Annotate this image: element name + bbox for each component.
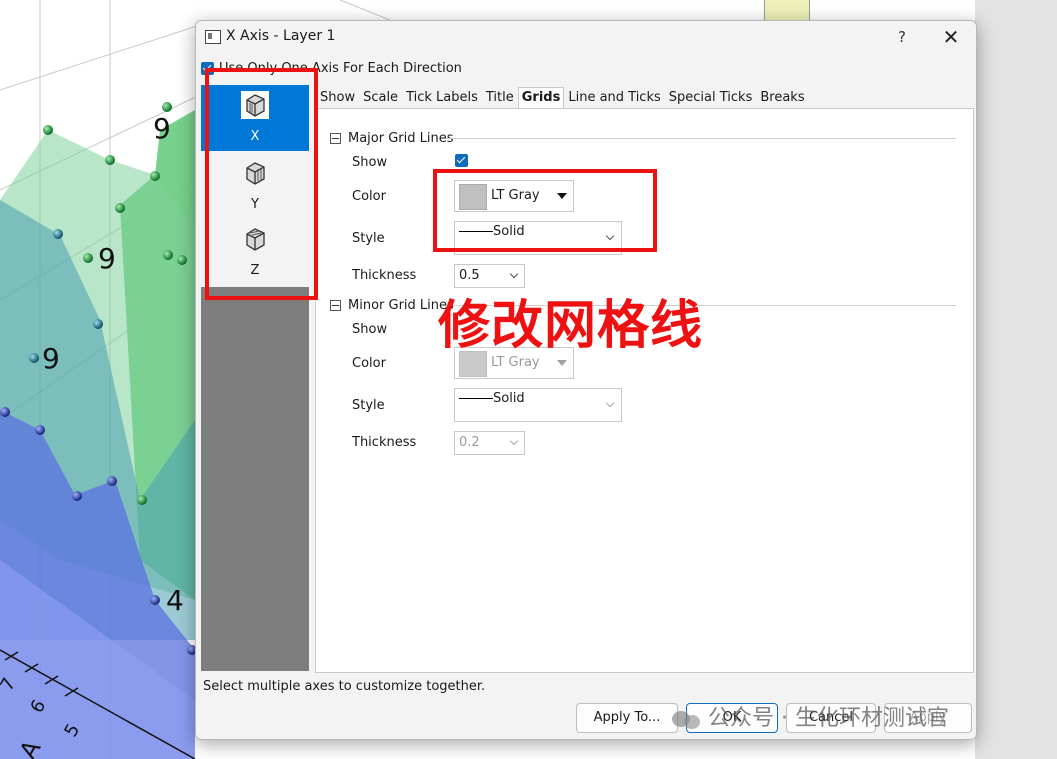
major-style-label: Style [352, 231, 385, 246]
minor-color-label: Color [352, 356, 386, 371]
major-grid-heading: Major Grid Lines [348, 131, 454, 146]
collapse-icon[interactable] [330, 300, 341, 311]
point-label: 4 [166, 584, 184, 617]
minor-thickness-label: Thickness [352, 435, 417, 450]
close-button[interactable]: ✕ [936, 25, 966, 49]
app-window-icon [205, 30, 221, 44]
help-button[interactable]: ? [891, 26, 913, 48]
annotation-caption: 修改网格线 [438, 296, 704, 356]
wechat-icon [672, 708, 702, 730]
apply-to-button[interactable]: Apply To... [576, 703, 678, 733]
tab-tick-labels[interactable]: Tick Labels [402, 87, 482, 109]
annotation-box-major-grid [433, 169, 657, 252]
chevron-down-icon [509, 269, 519, 279]
minor-thickness-value: 0.2 [459, 435, 480, 450]
watermark: 公众号 · 生化环材测试官 [672, 700, 949, 732]
collapse-icon[interactable] [330, 133, 341, 144]
title-bar[interactable]: X Axis - Layer 1 ? ✕ [196, 21, 976, 53]
line-style-preview [459, 398, 493, 399]
tab-breaks[interactable]: Breaks [756, 87, 808, 109]
dropdown-arrow-icon [557, 360, 567, 366]
major-thickness-label: Thickness [352, 268, 417, 283]
major-show-label: Show [352, 155, 388, 170]
point-label: 9 [98, 242, 116, 275]
watermark-text: 公众号 · 生化环材测试官 [708, 706, 949, 731]
point-label: 9 [153, 112, 171, 145]
minor-thickness-combo[interactable]: 0.2 [454, 431, 525, 455]
minor-style-label: Style [352, 398, 385, 413]
annotation-box-axis-list [205, 68, 318, 300]
major-show-checkbox[interactable] [455, 154, 468, 167]
major-thickness-value: 0.5 [459, 268, 480, 283]
tab-bar: Show Scale Tick Labels Title Grids Line and T… [316, 87, 809, 109]
tab-line-and-ticks[interactable]: Line and Ticks [564, 87, 664, 109]
tab-title[interactable]: Title [482, 87, 518, 109]
background-right-panel [975, 0, 1057, 759]
minor-show-label: Show [352, 322, 388, 337]
major-color-label: Color [352, 189, 386, 204]
minor-style-combo[interactable]: Solid [454, 388, 622, 422]
chevron-down-icon [509, 436, 519, 446]
tab-scale[interactable]: Scale [359, 87, 402, 109]
tab-special-ticks[interactable]: Special Ticks [665, 87, 757, 109]
minor-style-value: Solid [493, 391, 525, 406]
status-hint: Select multiple axes to customize togeth… [203, 679, 486, 694]
chevron-down-icon [605, 398, 615, 408]
point-label: 9 [42, 342, 60, 375]
tab-show[interactable]: Show [316, 87, 359, 109]
background-strip [764, 0, 810, 20]
dialog-title: X Axis - Layer 1 [226, 28, 336, 44]
tab-grids[interactable]: Grids [517, 87, 565, 109]
